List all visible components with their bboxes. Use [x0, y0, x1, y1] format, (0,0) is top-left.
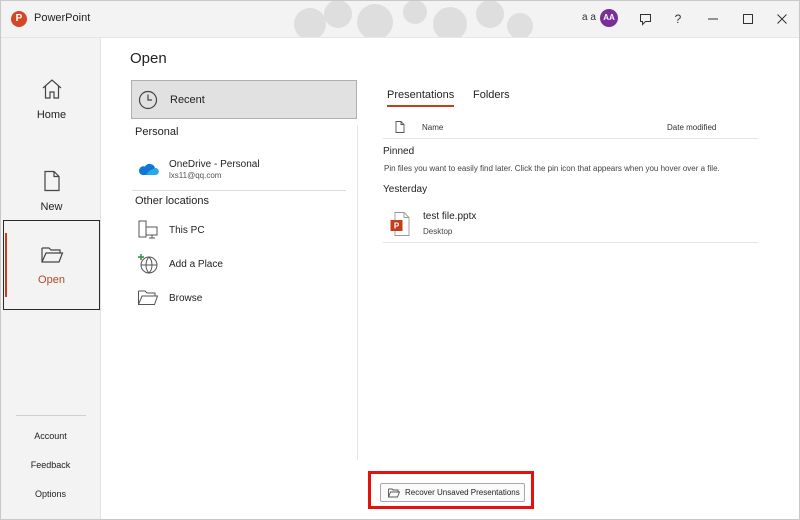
sidebar-divider — [16, 415, 86, 416]
sidebar-item-open[interactable]: Open — [3, 220, 100, 310]
page-title: Open — [130, 50, 167, 67]
location-label: This PC — [169, 224, 205, 236]
backstage-sidebar: Home New Open Account Feedback Options — [0, 38, 101, 520]
home-icon — [42, 78, 61, 99]
file-type-icon — [395, 121, 405, 133]
sidebar-link-options[interactable]: Options — [0, 489, 101, 499]
tab-presentations[interactable]: Presentations — [387, 89, 455, 107]
sidebar-item-home[interactable]: Home — [3, 54, 100, 144]
file-name: test file.pptx — [423, 211, 477, 222]
sidebar-item-label: Home — [36, 108, 67, 121]
pinned-heading: Pinned — [383, 146, 415, 157]
sidebar-item-label: New — [40, 200, 63, 213]
powerpoint-logo-icon: P — [11, 11, 27, 27]
minimize-icon[interactable] — [702, 8, 724, 30]
open-folder-icon — [40, 246, 63, 263]
location-this-pc[interactable]: This PC — [131, 215, 357, 245]
recent-label: Recent — [170, 93, 205, 106]
column-date-modified[interactable]: Date modified — [667, 123, 716, 132]
sidebar-item-label: Open — [38, 273, 65, 286]
titlebar-pattern — [294, 0, 533, 37]
file-list-header: Name Date modified — [383, 117, 758, 139]
personal-heading: Personal — [135, 126, 179, 138]
other-locations-heading: Other locations — [135, 195, 209, 207]
folder-icon — [388, 488, 400, 497]
avatar[interactable]: AA — [600, 9, 618, 27]
add-place-icon — [138, 254, 158, 274]
pinned-hint: Pin files you want to easily find later.… — [384, 164, 720, 173]
computer-icon — [138, 220, 158, 239]
window-border — [0, 0, 800, 520]
sidebar-link-feedback[interactable]: Feedback — [0, 460, 101, 470]
file-location: Desktop — [423, 227, 453, 236]
onedrive-location[interactable]: OneDrive - Personal lxs11@qq.com — [131, 153, 357, 185]
locations-divider — [132, 190, 346, 191]
user-name[interactable]: a a — [582, 12, 596, 23]
location-label: Add a Place — [169, 258, 223, 270]
list-item[interactable]: P test file.pptx Desktop — [383, 206, 758, 243]
location-add-place[interactable]: Add a Place — [131, 249, 357, 279]
sidebar-link-account[interactable]: Account — [0, 431, 101, 441]
onedrive-email: lxs11@qq.com — [169, 170, 222, 180]
clock-icon — [138, 90, 158, 109]
browse-folder-icon — [138, 290, 159, 305]
location-label: Browse — [169, 292, 203, 304]
app-title: PowerPoint — [34, 12, 91, 24]
panel-separator — [357, 125, 358, 460]
column-name[interactable]: Name — [422, 123, 443, 132]
close-icon[interactable] — [771, 8, 793, 30]
onedrive-name: OneDrive - Personal — [169, 158, 260, 170]
onedrive-cloud-icon — [138, 163, 159, 175]
title-bar: P PowerPoint a a AA ? — [0, 0, 800, 38]
recover-label: Recover Unsaved Presentations — [405, 488, 520, 497]
location-browse[interactable]: Browse — [131, 283, 357, 313]
feedback-icon[interactable] — [634, 8, 656, 30]
svg-text:P: P — [394, 222, 400, 231]
pptx-file-icon: P — [390, 212, 410, 236]
tab-folders[interactable]: Folders — [473, 89, 510, 105]
recent-button[interactable]: Recent — [131, 80, 357, 119]
yesterday-heading: Yesterday — [383, 184, 428, 195]
new-document-icon — [43, 170, 60, 191]
maximize-icon[interactable] — [737, 8, 759, 30]
help-icon[interactable]: ? — [667, 8, 689, 30]
recover-unsaved-button[interactable]: Recover Unsaved Presentations — [380, 483, 525, 502]
